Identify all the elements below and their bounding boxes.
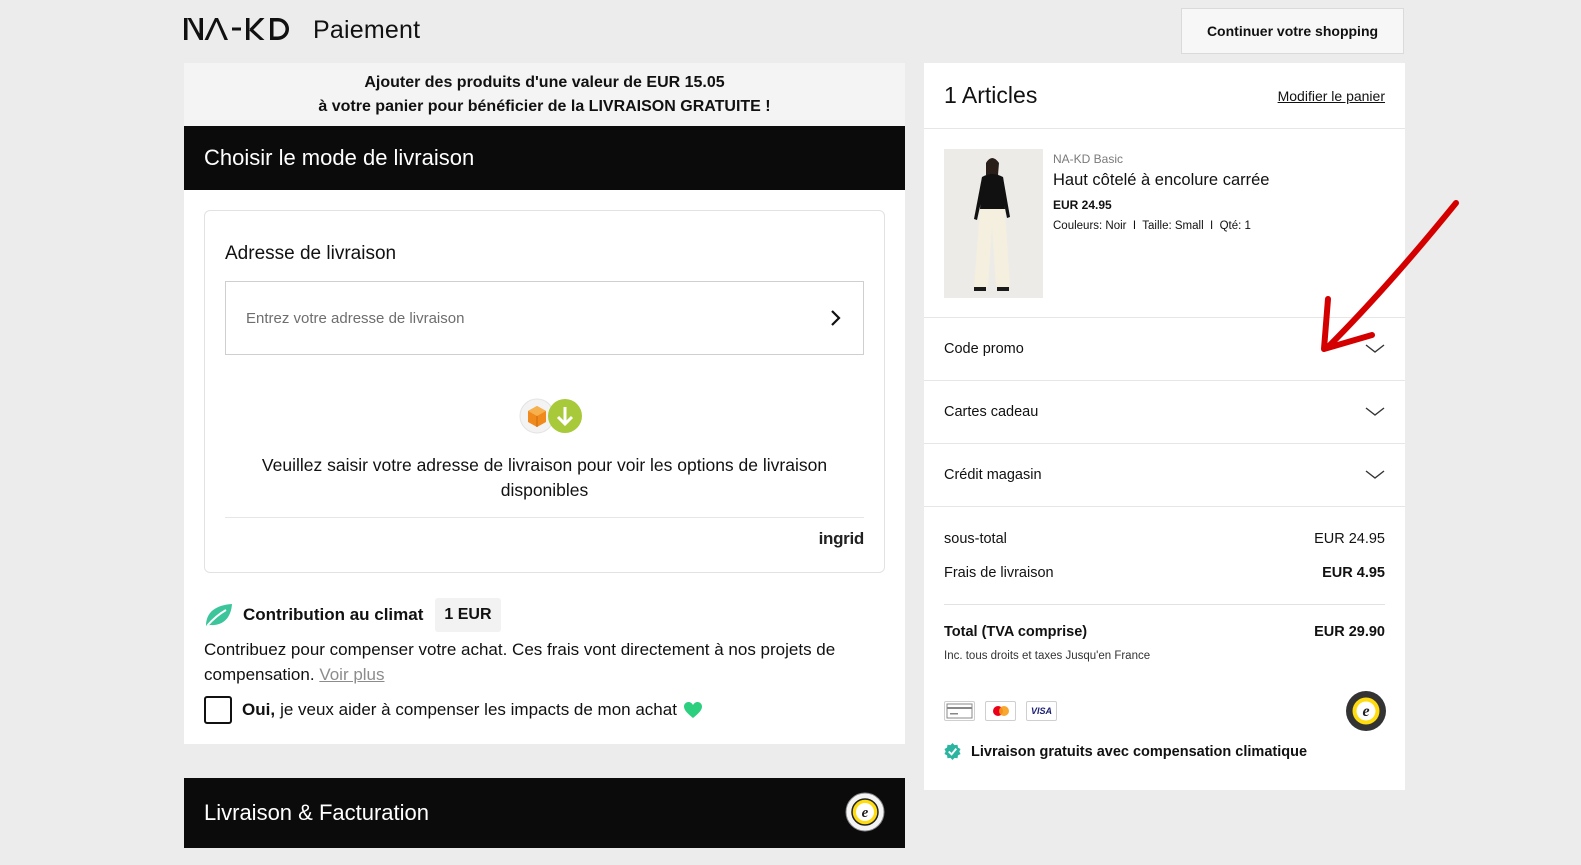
trusted-shops-icon: e [1346,691,1386,731]
leaf-icon [206,604,232,627]
modify-cart-link[interactable]: Modifier le panier [1278,88,1385,104]
payment-methods: VISA [944,701,1057,721]
gift-cards-accordion[interactable]: Cartes cadeau [924,381,1405,444]
total-note: Inc. tous droits et taxes Jusqu'en Franc… [944,650,1151,662]
subtotal-row: sous-total EUR 24.95 [944,531,1385,547]
climate-opt-in: Oui, je veux aider à compenser les impac… [204,696,703,724]
heart-icon [683,702,702,718]
total-row: Total (TVA comprise) EUR 29.90 [944,624,1385,640]
shipping-value: EUR 4.95 [1322,565,1385,581]
climate-title: Contribution au climat [243,605,424,624]
promo-code-accordion[interactable]: Code promo [924,318,1405,381]
address-title: Adresse de livraison [225,243,397,264]
promo-code-label: Code promo [944,341,1024,357]
subtotal-value: EUR 24.95 [1314,531,1385,547]
banner-line-2: à votre panier pour bénéficier de la LIV… [318,97,771,115]
total-value: EUR 29.90 [1314,624,1385,640]
shipping-row: Frais de livraison EUR 4.95 [944,565,1385,581]
gift-cards-label: Cartes cadeau [944,404,1039,420]
continue-shopping-button[interactable]: Continuer votre shopping [1181,8,1404,54]
store-credit-label: Crédit magasin [944,467,1042,483]
shipping-label: Frais de livraison [944,565,1054,581]
cart-header: 1 Articles Modifier le panier [924,63,1405,129]
billing-section-title: Livraison & Facturation [204,800,429,825]
order-summary: 1 Articles Modifier le panier NA-KD Basi… [924,63,1405,790]
address-message: Veuillez saisir votre adresse de livrais… [261,455,828,500]
address-placeholder: Entrez votre adresse de livraison [246,309,465,327]
divider [944,604,1385,605]
nakd-logo-icon [184,18,289,40]
visa-icon: VISA [1026,701,1057,721]
free-shipping-note: Livraison gratuits avec compensation cli… [944,743,1307,760]
store-credit-accordion[interactable]: Crédit magasin [924,444,1405,507]
banner-line-1: Ajouter des produits d'une valeur de EUR… [364,73,725,91]
climate-opt-in-strong: Oui, [242,700,276,719]
svg-text:e: e [862,805,869,821]
chevron-right-icon [831,310,841,326]
cart-item: NA-KD Basic Haut côtelé à encolure carré… [924,129,1405,318]
ingrid-logo: ingrid [818,529,865,548]
svg-text:e: e [1362,703,1369,720]
climate-header: Contribution au climat 1 EUR [204,598,501,632]
climate-description-text: Contribuez pour compenser votre achat. C… [204,640,836,684]
billing-section-header[interactable]: Livraison & Facturation e [184,778,905,848]
chevron-down-icon [1365,344,1385,353]
product-meta: Couleurs: Noir I Taille: Small I Qté: 1 [1053,220,1251,232]
product-name[interactable]: Haut côtelé à encolure carrée [1053,171,1269,190]
climate-price: 1 EUR [435,598,501,632]
climate-checkbox[interactable] [204,696,232,724]
mastercard-icon [985,701,1016,721]
chevron-down-icon [1365,407,1385,416]
free-shipping-banner: Ajouter des produits d'une valeur de EUR… [184,63,905,126]
address-input[interactable]: Entrez votre adresse de livraison [225,281,864,355]
product-price: EUR 24.95 [1053,198,1112,212]
product-image[interactable] [944,149,1043,298]
subtotal-label: sous-total [944,531,1007,547]
trusted-shops-icon: e [845,792,885,832]
brand-logo[interactable] [184,16,292,42]
delivery-section-header: Choisir le mode de livraison [184,126,905,190]
product-photo-icon [944,149,1043,298]
product-brand: NA-KD Basic [1053,152,1124,166]
verified-badge-icon [944,743,961,760]
page-title: Paiement [313,16,421,44]
climate-opt-in-label: je veux aider à compenser les impacts de… [280,700,677,719]
climate-more-link[interactable]: Voir plus [319,665,384,684]
totals: sous-total EUR 24.95 Frais de livraison … [924,507,1405,787]
climate-description: Contribuez pour compenser votre achat. C… [204,637,864,687]
card-icon [944,701,975,721]
chevron-down-icon [1365,470,1385,479]
cart-count: 1 Articles [944,82,1038,108]
delivery-options-icon [519,398,582,434]
divider [225,517,864,518]
total-label: Total (TVA comprise) [944,624,1088,640]
free-shipping-text: Livraison gratuits avec compensation cli… [971,743,1308,760]
address-card: Adresse de livraison Entrez votre adress… [204,210,885,573]
